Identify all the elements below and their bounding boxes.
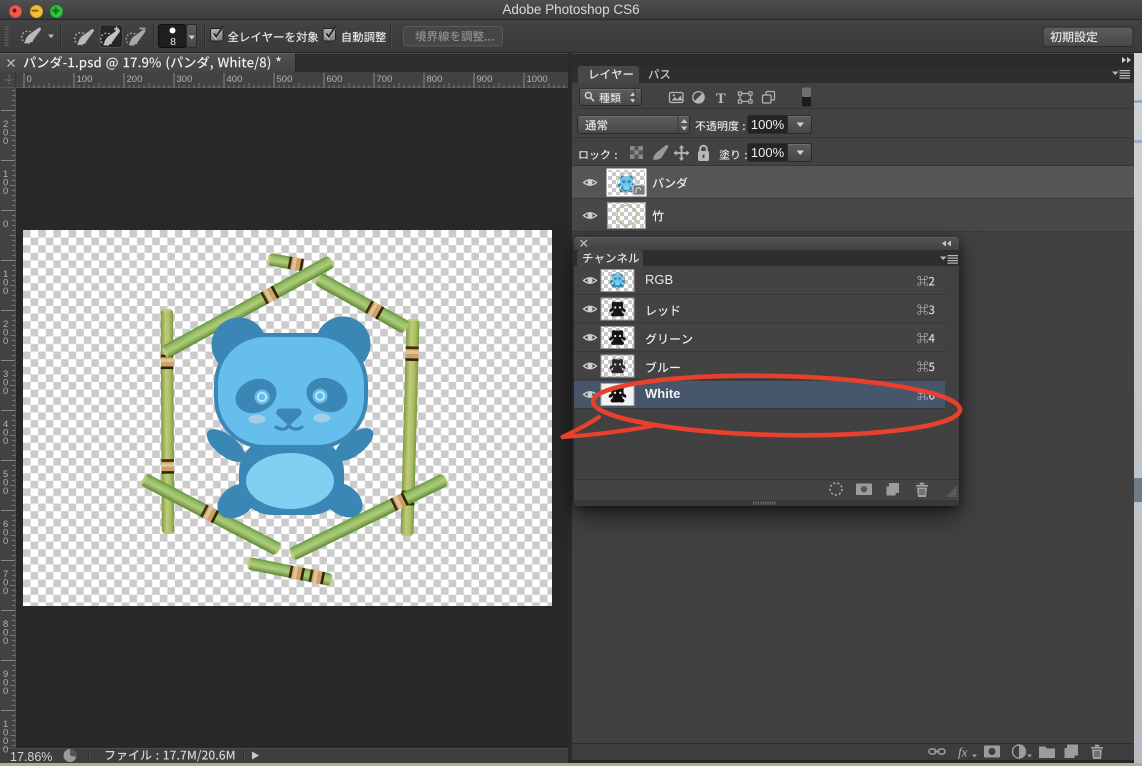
svg-text:0: 0 [3,136,8,147]
svg-text:0: 0 [3,636,8,647]
svg-text:0: 0 [3,536,8,547]
svg-text:500: 500 [277,74,293,85]
svg-text:0: 0 [3,486,8,497]
svg-text:T: T [716,91,726,107]
svg-text:0: 0 [3,386,8,397]
svg-text:0: 0 [3,745,8,756]
svg-text:700: 700 [377,74,393,85]
svg-text:8: 8 [170,36,176,48]
svg-text:0: 0 [3,336,8,347]
svg-text:600: 600 [327,74,343,85]
svg-text:1000: 1000 [527,74,548,85]
svg-text:100: 100 [77,74,93,85]
svg-text:0: 0 [3,186,8,197]
svg-text:200: 200 [127,74,143,85]
svg-text:0: 0 [3,436,8,447]
svg-text:800: 800 [427,74,443,85]
svg-text:400: 400 [227,74,243,85]
svg-text:0: 0 [3,219,8,230]
svg-text:0: 0 [3,286,8,297]
svg-text:0: 0 [3,586,8,597]
svg-text:300: 300 [177,74,193,85]
svg-text:0: 0 [3,686,8,697]
svg-text:0: 0 [27,74,32,85]
svg-text:fx: fx [958,745,968,760]
svg-text:900: 900 [477,74,493,85]
